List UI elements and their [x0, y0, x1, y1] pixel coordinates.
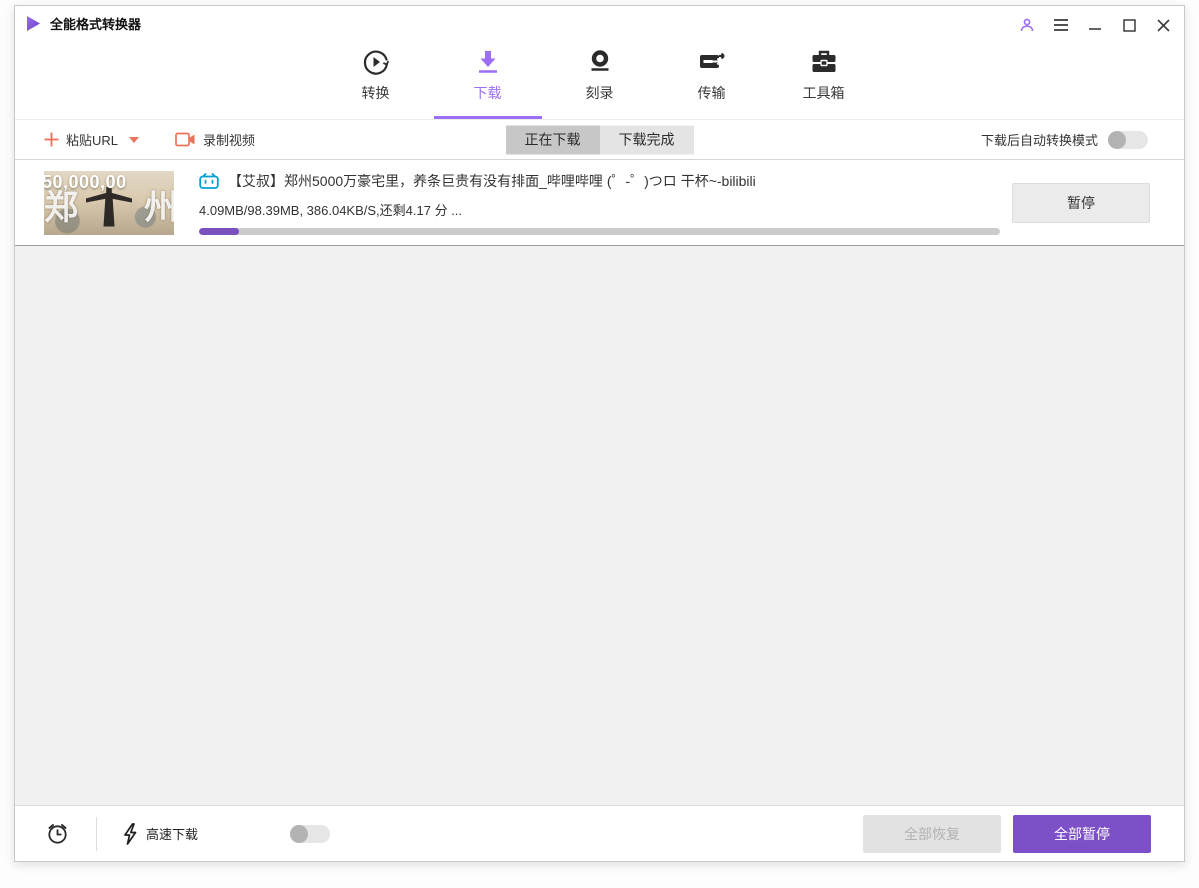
pause-button[interactable]: 暂停: [1012, 182, 1150, 223]
download-filter-tabs: 正在下载 下载完成: [505, 125, 694, 154]
tab-burn[interactable]: 刻录: [565, 36, 635, 119]
thumbnail-char-right: 州: [144, 188, 174, 227]
convert-circular-play-icon: [361, 46, 391, 78]
tab-download[interactable]: 下载: [453, 36, 523, 119]
download-info: 【艾叔】郑州5000万豪宅里，养条巨贵有没有排面_哔哩哔哩 (゜-゜)つロ 干杯…: [199, 171, 1000, 235]
caret-down-icon[interactable]: [129, 136, 140, 143]
footer-left: 高速下载: [45, 816, 331, 851]
app-window: 全能格式转换器 转换 下载 刻录 传输 工具箱 粘贴URL 录制视频 正在下载 …: [14, 5, 1185, 862]
high-speed-toggle[interactable]: [290, 824, 331, 843]
progress-bar-fill: [199, 227, 240, 235]
footer-divider: [96, 816, 97, 851]
menu-icon[interactable]: [1052, 16, 1070, 34]
auto-convert-toggle[interactable]: [1108, 130, 1148, 149]
brand: 全能格式转换器: [25, 14, 141, 33]
tab-burn-label: 刻录: [585, 85, 614, 101]
tab-convert-label: 转换: [361, 85, 390, 101]
tab-toolbox-label: 工具箱: [802, 85, 845, 101]
video-title: 【艾叔】郑州5000万豪宅里，养条巨贵有没有排面_哔哩哔哩 (゜-゜)つロ 干杯…: [228, 172, 756, 189]
main-nav: 转换 下载 刻录 传输 工具箱: [15, 36, 1184, 119]
auto-convert-label: 下载后自动转换模式: [980, 133, 1098, 148]
paste-url-label: 粘贴URL: [66, 133, 119, 148]
tab-transfer-label: 传输: [697, 85, 726, 101]
lightning-bolt-icon: [123, 822, 137, 845]
header: 全能格式转换器 转换 下载 刻录 传输 工具箱: [15, 6, 1184, 120]
window-controls: [1018, 16, 1172, 34]
tab-convert[interactable]: 转换: [341, 36, 411, 119]
toggle-knob: [1108, 130, 1126, 149]
maximize-icon[interactable]: [1120, 16, 1138, 34]
record-video-label: 录制视频: [203, 133, 256, 148]
bilibili-tv-icon: [199, 172, 219, 189]
progress-bar: [199, 227, 1000, 235]
plus-icon: [44, 132, 59, 147]
titlebar: 全能格式转换器: [15, 6, 1184, 40]
tab-downloading[interactable]: 正在下载: [505, 125, 600, 154]
alarm-clock-icon[interactable]: [45, 821, 70, 846]
paste-url-button[interactable]: 粘贴URL: [44, 130, 140, 149]
transfer-card-arrow-icon: [697, 46, 727, 78]
toggle-knob: [290, 824, 309, 843]
toolbar-left: 粘贴URL 录制视频: [15, 130, 255, 149]
resume-all-button[interactable]: 全部恢复: [863, 814, 1001, 853]
high-speed-download-label: 高速下载: [146, 827, 199, 842]
progress-text: 4.09MB/98.39MB, 386.04KB/S,还剩4.17 分 ...: [199, 202, 463, 218]
tab-download-complete[interactable]: 下载完成: [599, 125, 694, 154]
footer: 高速下载 全部恢复 全部暂停: [15, 805, 1184, 861]
pause-all-button[interactable]: 全部暂停: [1013, 814, 1151, 853]
download-arrow-icon: [474, 46, 502, 78]
toolbox-briefcase-icon: [809, 46, 839, 78]
tab-toolbox[interactable]: 工具箱: [789, 36, 859, 119]
toolbar: 粘贴URL 录制视频 正在下载 下载完成 下载后自动转换模式: [15, 120, 1184, 160]
minimize-icon[interactable]: [1086, 16, 1104, 34]
close-icon[interactable]: [1154, 16, 1172, 34]
burn-disc-icon: [586, 46, 614, 78]
app-logo-play-icon: [25, 15, 42, 32]
download-item-row[interactable]: 50,000,00 郑 州 【艾叔】郑州5000万豪宅里，养条巨贵有没有排面_哔…: [15, 160, 1184, 246]
video-camera-icon: [175, 132, 196, 147]
tab-transfer[interactable]: 传输: [677, 36, 747, 119]
auto-convert-group: 下载后自动转换模式: [981, 120, 1148, 159]
download-list-empty-area: [15, 246, 1184, 805]
user-icon[interactable]: [1018, 16, 1036, 34]
thumbnail-figure: [86, 186, 132, 227]
video-thumbnail: 50,000,00 郑 州: [44, 170, 174, 235]
thumbnail-char-left: 郑: [44, 188, 78, 227]
record-video-button[interactable]: 录制视频: [175, 130, 255, 149]
app-title: 全能格式转换器: [50, 16, 142, 32]
tab-download-label: 下载: [473, 85, 502, 101]
